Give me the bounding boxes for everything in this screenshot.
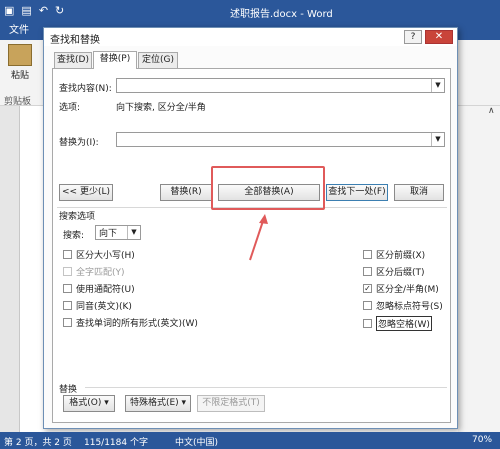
find-label: 查找内容(N): <box>59 84 112 94</box>
replace-input[interactable]: ▼ <box>116 132 445 147</box>
annotation-arrow-icon <box>249 214 268 261</box>
language[interactable]: 中文(中国) <box>175 435 218 448</box>
find-input[interactable]: ▼ <box>116 78 445 93</box>
checkbox-box[interactable] <box>363 301 372 310</box>
options-value: 向下搜索, 区分全/半角 <box>116 103 206 113</box>
checkbox-box[interactable] <box>63 318 72 327</box>
close-button[interactable]: ✕ <box>425 30 453 44</box>
all-word-forms-checkbox[interactable]: 查找单词的所有形式(英文)(W) <box>63 316 198 329</box>
window-title: 述职报告.docx - Word <box>230 9 333 20</box>
ignore-punctuation-checkbox[interactable]: 忽略标点符号(S) <box>363 299 443 312</box>
match-width-checkbox[interactable]: ✓ 区分全/半角(M) <box>363 282 439 295</box>
search-direction-label: 搜索: <box>63 231 85 241</box>
divider <box>85 387 447 388</box>
paste-label: 粘贴 <box>10 71 29 81</box>
ignore-space-checkbox[interactable]: 忽略空格(W) <box>363 316 432 331</box>
chevron-down-icon[interactable]: ▼ <box>127 226 140 239</box>
page-count[interactable]: 第 2 页，共 2 页 <box>4 435 72 448</box>
word-title-bar: ▣ ▤ ↶ ↻ 述职报告.docx - Word <box>0 0 500 22</box>
no-formatting-button: 不限定格式(T) <box>197 395 265 412</box>
options-label: 选项: <box>59 103 81 113</box>
wildcards-checkbox[interactable]: 使用通配符(U) <box>63 282 135 295</box>
dialog-title: 查找和替换 <box>50 35 100 46</box>
search-options-title: 搜索选项 <box>59 212 96 222</box>
tab-find[interactable]: 查找(D) <box>54 52 92 68</box>
dialog-title-bar[interactable]: 查找和替换 ? ✕ <box>44 28 457 46</box>
help-button[interactable]: ? <box>404 30 422 44</box>
checkbox-box[interactable] <box>363 319 372 328</box>
match-prefix-checkbox[interactable]: 区分前缀(X) <box>363 248 425 261</box>
status-bar: 第 2 页，共 2 页 115/1184 个字 中文(中国) 70% <box>0 432 500 449</box>
checkbox-box[interactable] <box>363 250 372 259</box>
save-icon[interactable]: ▤ <box>21 4 31 17</box>
redo-icon[interactable]: ↻ <box>55 4 64 17</box>
match-suffix-checkbox[interactable]: 区分后缀(T) <box>363 265 425 278</box>
chevron-down-icon[interactable]: ▼ <box>431 133 444 146</box>
vertical-ruler <box>0 106 20 432</box>
less-button[interactable]: << 更少(L) <box>59 184 113 201</box>
special-format-button[interactable]: 特殊格式(E) ▾ <box>125 395 191 412</box>
search-direction-value: 向下 <box>99 229 118 239</box>
tab-goto[interactable]: 定位(G) <box>138 52 178 68</box>
zoom-level[interactable]: 70% <box>472 435 492 445</box>
highlight-box <box>211 166 325 210</box>
whole-word-checkbox[interactable]: 全字匹配(Y) <box>63 265 125 278</box>
paste-button[interactable]: 粘贴 <box>4 44 36 81</box>
checkbox-box[interactable] <box>63 284 72 293</box>
file-tab[interactable]: 文件 <box>0 22 38 40</box>
checkbox-box[interactable] <box>363 267 372 276</box>
cancel-button[interactable]: 取消 <box>394 184 444 201</box>
replace-label: 替换为(I): <box>59 138 99 148</box>
replace-button[interactable]: 替换(R) <box>160 184 212 201</box>
word-app-icon[interactable]: ▣ <box>4 4 14 17</box>
sounds-like-checkbox[interactable]: 同音(英文)(K) <box>63 299 132 312</box>
replace-section-title: 替换 <box>59 385 78 395</box>
ribbon-collapse-icon[interactable]: ∧ <box>488 106 495 116</box>
word-count[interactable]: 115/1184 个字 <box>84 435 148 448</box>
checkmark-icon[interactable]: ✓ <box>363 284 372 293</box>
checkbox-box[interactable] <box>63 250 72 259</box>
document-area-right: ∧ <box>458 106 500 432</box>
tab-replace[interactable]: 替换(P) <box>93 51 137 69</box>
checkbox-box[interactable] <box>63 267 72 276</box>
find-next-button[interactable]: 查找下一处(F) <box>326 184 388 201</box>
undo-icon[interactable]: ↶ <box>39 4 48 17</box>
match-case-checkbox[interactable]: 区分大小写(H) <box>63 248 135 261</box>
chevron-down-icon[interactable]: ▼ <box>431 79 444 92</box>
quick-access-toolbar: ▣ ▤ ↶ ↻ <box>4 4 64 17</box>
search-direction-select[interactable]: 向下 ▼ <box>95 225 141 240</box>
format-button[interactable]: 格式(O) ▾ <box>63 395 115 412</box>
paste-icon <box>8 44 32 66</box>
checkbox-box[interactable] <box>63 301 72 310</box>
